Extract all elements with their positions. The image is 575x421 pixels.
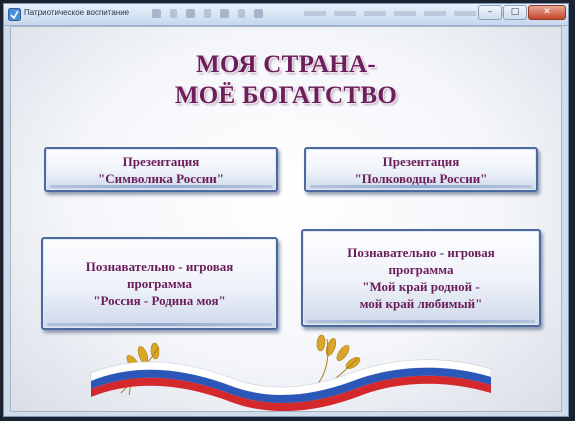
blurred-title-text <box>304 11 504 16</box>
button-label-line: Познавательно - игровая <box>85 259 234 274</box>
russia-homeland-game-button[interactable]: Познавательно - игровая программа "Росси… <box>41 237 278 330</box>
app-window: Патриотическое воспитание – □ ✕ МОЯ СТРА… <box>3 3 569 417</box>
toolbar-icon[interactable] <box>152 9 161 18</box>
slide-content: МОЯ СТРАНА- МОЁ БОГАТСТВО Презентация "С… <box>10 26 562 412</box>
native-land-game-button[interactable]: Познавательно - игровая программа "Мой к… <box>301 229 541 327</box>
button-label-line: программа <box>388 262 454 277</box>
close-button[interactable]: ✕ <box>528 5 566 20</box>
window-title: Патриотическое воспитание <box>24 8 130 17</box>
button-label-line: Познавательно - игровая <box>347 245 495 260</box>
page-title-line: МОЁ БОГАТСТВО <box>174 82 398 109</box>
page-title-line: МОЯ СТРАНА- <box>195 51 377 78</box>
button-label-line: "Мой край родной - <box>362 279 480 294</box>
toolbar-icon[interactable] <box>238 9 245 18</box>
quick-access-toolbar <box>152 9 263 20</box>
close-icon: ✕ <box>543 7 551 17</box>
toolbar-icon[interactable] <box>170 9 177 18</box>
commanders-presentation-button[interactable]: Презентация "Полководцы России" <box>304 147 538 192</box>
maximize-icon: □ <box>510 7 520 17</box>
window-controls: – □ ✕ <box>477 5 566 20</box>
symbols-presentation-button[interactable]: Презентация "Символика России" <box>44 147 278 192</box>
button-label-line: "Россия - Родина моя" <box>93 293 226 308</box>
toolbar-icon[interactable] <box>220 9 229 18</box>
button-label-line: программа <box>127 276 192 291</box>
toolbar-icon[interactable] <box>204 9 211 18</box>
minimize-button[interactable]: – <box>478 5 502 20</box>
page-title: МОЯ СТРАНА- МОЁ БОГАТСТВО <box>11 49 561 111</box>
toolbar-icon[interactable] <box>254 9 263 18</box>
minimize-icon: – <box>487 7 493 17</box>
maximize-button[interactable]: □ <box>503 5 527 20</box>
toolbar-icon[interactable] <box>186 9 195 18</box>
app-icon[interactable] <box>8 8 21 21</box>
button-label-line: "Символика России" <box>98 170 224 186</box>
button-label-line: Презентация <box>382 153 460 169</box>
button-label-line: мой край любимый" <box>359 296 483 311</box>
title-bar[interactable]: Патриотическое воспитание – □ ✕ <box>4 4 568 26</box>
button-label-line: "Полководцы России" <box>354 170 488 186</box>
button-label-line: Презентация <box>122 153 200 169</box>
russian-flag-ribbon-icon <box>90 334 492 411</box>
